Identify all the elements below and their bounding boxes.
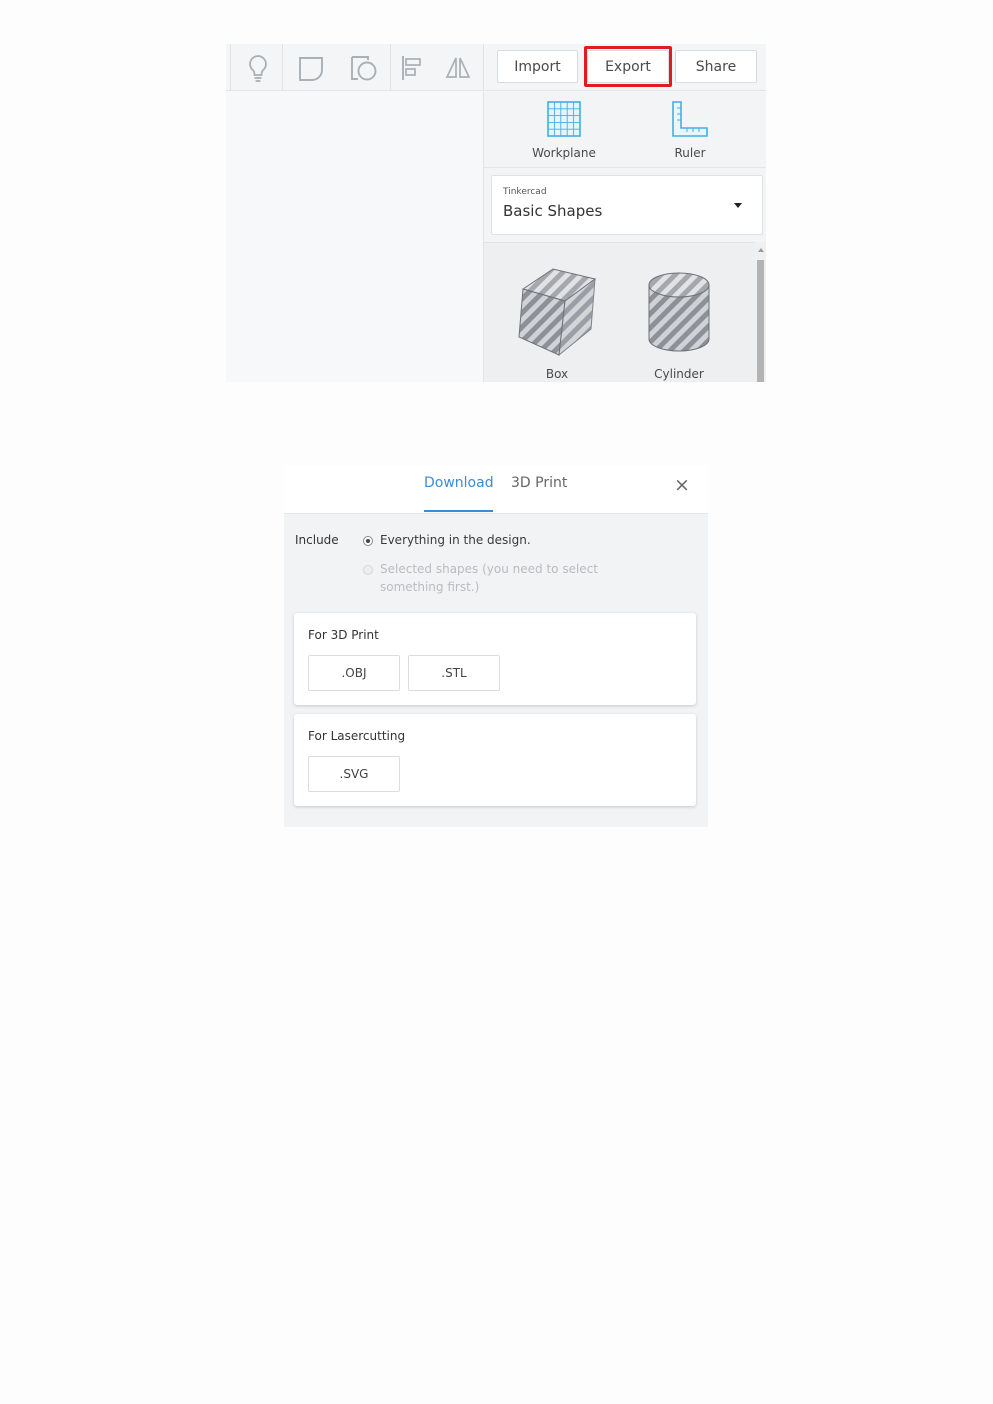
card-lasercutting-title: For Lasercutting	[308, 729, 406, 743]
card-lasercutting: For Lasercutting .SVG	[294, 714, 696, 806]
group-icon-svg	[299, 56, 323, 81]
top-toolbar: Import Export Share	[226, 44, 766, 91]
tinkercad-editor-crop: Import Export Share Workplane Ruler Tink…	[226, 44, 766, 382]
export-button[interactable]: Export	[587, 50, 669, 83]
obj-download-button[interactable]: .OBJ	[308, 655, 400, 691]
toolbar-separator	[282, 44, 283, 91]
active-tab-indicator	[424, 510, 493, 512]
shapes-scrollbar[interactable]	[755, 242, 766, 382]
caret-down-icon	[734, 203, 742, 208]
library-name-label: Basic Shapes	[503, 202, 603, 220]
dialog-body: Include Everything in the design. Select…	[284, 513, 708, 827]
stl-download-button[interactable]: .STL	[408, 655, 500, 691]
lightbulb-icon-svg	[249, 54, 267, 82]
ruler-tool[interactable]: Ruler	[630, 100, 750, 160]
box-label: Box	[545, 367, 569, 381]
ungroup-icon-svg	[351, 55, 377, 80]
radio-selected-shapes[interactable]	[363, 565, 373, 575]
import-button[interactable]: Import	[497, 50, 578, 83]
toolbar-separator	[390, 44, 391, 91]
align-icon[interactable]	[392, 44, 432, 91]
ungroup-icon[interactable]	[340, 44, 388, 91]
cylinder-label: Cylinder	[654, 367, 704, 381]
library-source-label: Tinkercad	[503, 187, 547, 197]
tab-download[interactable]: Download	[424, 475, 494, 491]
box-shape-icon	[518, 268, 597, 357]
radio-everything[interactable]	[363, 536, 373, 546]
workplane-tool[interactable]: Workplane	[504, 100, 624, 160]
workplane-canvas[interactable]	[226, 92, 483, 382]
mirror-icon-svg	[445, 57, 471, 78]
svg-download-button[interactable]: .SVG	[308, 756, 400, 792]
option-selected-label-line2: something first.)	[380, 580, 480, 594]
shapes-side-panel: Workplane Ruler Tinkercad Basic Shapes B…	[483, 92, 766, 382]
mirror-icon[interactable]	[438, 44, 478, 91]
shapes-grid: Box Cylinder	[484, 242, 766, 382]
toolbar-separator	[230, 44, 231, 91]
workplane-grid-icon	[547, 101, 581, 137]
option-everything-label[interactable]: Everything in the design.	[380, 531, 531, 549]
shape-library-dropdown[interactable]: Tinkercad Basic Shapes	[491, 175, 763, 235]
card-3d-print: For 3D Print .OBJ .STL	[294, 613, 696, 705]
include-label: Include	[295, 533, 339, 547]
group-icon[interactable]	[288, 44, 336, 91]
cylinder-shape-icon	[648, 272, 710, 352]
option-selected-label-line1: Selected shapes (you need to select	[380, 562, 598, 576]
ruler-icon	[672, 101, 708, 137]
close-icon[interactable]: ×	[674, 476, 690, 495]
scroll-up-arrow-icon[interactable]	[758, 248, 764, 252]
lightbulb-icon[interactable]	[238, 44, 278, 91]
export-dialog: Download 3D Print × Include Everything i…	[284, 465, 708, 827]
workplane-label: Workplane	[532, 146, 596, 160]
shape-cylinder[interactable]: Cylinder	[624, 267, 734, 381]
panel-divider	[484, 167, 766, 168]
shape-box[interactable]: Box	[502, 267, 612, 381]
align-icon-svg	[402, 55, 421, 80]
share-button[interactable]: Share	[675, 50, 757, 83]
toolbar-separator	[483, 44, 484, 91]
scrollbar-thumb[interactable]	[757, 260, 764, 382]
card-3d-print-title: For 3D Print	[308, 628, 379, 642]
tab-3d-print[interactable]: 3D Print	[511, 475, 567, 491]
ruler-label: Ruler	[674, 146, 706, 160]
dialog-header: Download 3D Print ×	[284, 465, 708, 513]
